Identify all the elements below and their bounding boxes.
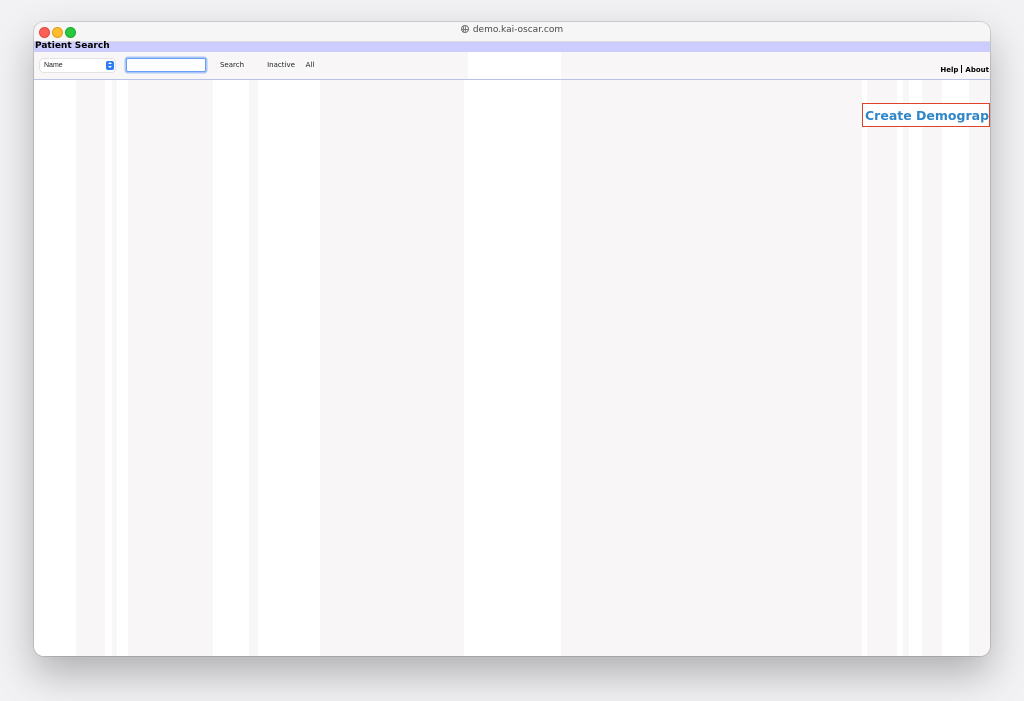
column-stripe [112, 80, 117, 656]
desktop: demo.kai-oscar.com Patient Search Name S… [0, 0, 1024, 701]
search-button[interactable]: Search [217, 59, 247, 72]
column-stripe [867, 80, 897, 656]
inactive-button[interactable]: Inactive [265, 59, 297, 72]
search-toolbar: Name Search Inactive All Help About [34, 52, 990, 80]
results-area [34, 80, 990, 656]
column-stripe [128, 80, 213, 656]
about-link[interactable]: About [965, 66, 989, 74]
create-demographic-label: Create Demographic [865, 108, 990, 123]
search-type-select[interactable]: Name [40, 59, 115, 72]
column-stripe [249, 80, 258, 656]
column-stripe [320, 80, 464, 656]
search-type-value: Name [44, 62, 63, 69]
column-stripe [561, 80, 862, 656]
help-link[interactable]: Help [940, 66, 958, 74]
header-bar: Patient Search [34, 41, 990, 52]
column-stripe [76, 80, 105, 656]
column-stripe [903, 80, 909, 656]
address-bar[interactable]: demo.kai-oscar.com [34, 25, 990, 35]
page-content: Patient Search Name Search Inactive All … [34, 41, 990, 656]
chevron-updown-icon [106, 61, 114, 70]
create-demographic-link[interactable]: Create Demographic [862, 103, 990, 127]
url-text: demo.kai-oscar.com [472, 25, 564, 35]
toolbar-gap [468, 52, 561, 79]
search-input[interactable] [126, 58, 206, 72]
link-divider [961, 65, 963, 73]
browser-window: demo.kai-oscar.com Patient Search Name S… [34, 22, 990, 656]
title-bar: demo.kai-oscar.com [34, 22, 990, 42]
column-stripe [969, 80, 990, 656]
top-links: Help About [940, 65, 989, 74]
page-title: Patient Search [35, 41, 110, 51]
column-stripe [922, 80, 942, 656]
globe-icon [460, 25, 469, 33]
all-button[interactable]: All [303, 59, 317, 72]
